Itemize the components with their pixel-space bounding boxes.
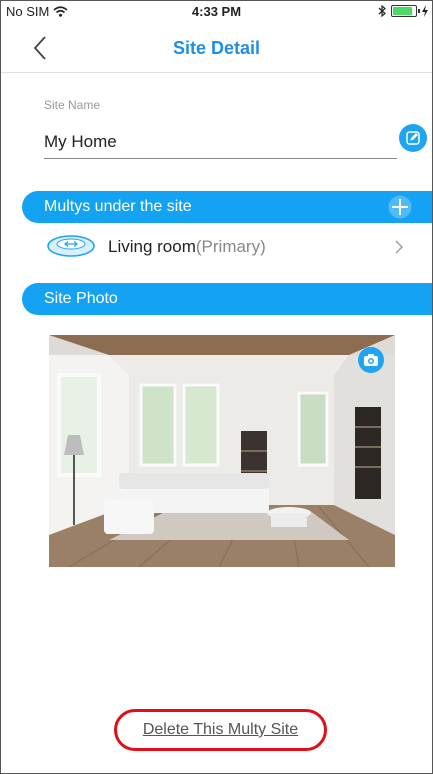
site-photo-section-title: Site Photo: [44, 290, 118, 307]
status-bar: No SIM 4:33 PM: [1, 1, 432, 23]
room-name: Living room(Primary): [108, 237, 266, 257]
delete-highlight: Delete This Multy Site: [114, 709, 327, 751]
edit-icon: [406, 131, 420, 145]
status-right: [378, 5, 428, 17]
site-name-label: Site Name: [44, 98, 101, 112]
charging-icon: [422, 5, 428, 17]
chevron-right-icon: [395, 240, 403, 254]
status-time: 4:33 PM: [191, 4, 242, 19]
change-photo-button[interactable]: [358, 347, 384, 373]
navigation-bar: Site Detail: [1, 23, 432, 73]
multys-section-title: Multys under the site: [44, 198, 192, 215]
bluetooth-icon: [378, 5, 386, 17]
camera-icon: [364, 354, 378, 366]
site-photo-section-header: Site Photo: [22, 283, 432, 315]
battery-level: [393, 7, 412, 15]
list-item-living-room[interactable]: Living room(Primary): [22, 227, 432, 267]
multys-section-header: Multys under the site: [22, 191, 432, 223]
edit-site-name-button[interactable]: [399, 124, 427, 152]
delete-site-link[interactable]: Delete This Multy Site: [117, 721, 324, 739]
page-title: Site Detail: [172, 38, 261, 58]
plus-icon[interactable]: [388, 195, 412, 219]
room-role: (Primary): [195, 237, 266, 256]
site-name-value: My Home: [44, 132, 117, 151]
site-name-underline: [44, 158, 397, 159]
phone-screen: No SIM 4:33 PM Site Detail Site Name My …: [0, 0, 433, 774]
site-photo[interactable]: [49, 335, 395, 567]
living-room-photo: [49, 335, 395, 567]
battery-icon: [391, 5, 420, 17]
router-icon: [47, 235, 95, 257]
room-label: Living room: [108, 237, 196, 256]
